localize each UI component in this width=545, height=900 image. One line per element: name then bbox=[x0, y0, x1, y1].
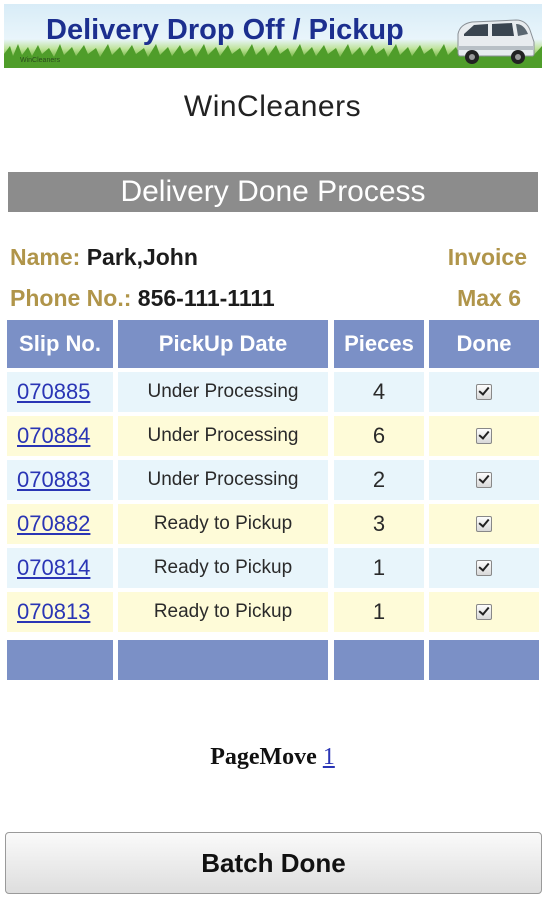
done-cell bbox=[429, 548, 539, 588]
customer-phone-row: Phone No.: 856-111-1111 bbox=[10, 285, 275, 312]
footer-cell bbox=[429, 640, 539, 680]
done-checkbox[interactable] bbox=[476, 516, 492, 532]
done-cell bbox=[429, 504, 539, 544]
phone-label: Phone No.: bbox=[10, 285, 132, 311]
pieces-count: 6 bbox=[334, 416, 424, 456]
pieces-count: 2 bbox=[334, 460, 424, 500]
header-banner: Delivery Drop Off / Pickup WinCleaners bbox=[4, 4, 542, 68]
phone-value: 856-111-1111 bbox=[137, 285, 275, 311]
slip-link[interactable]: 070813 bbox=[7, 592, 113, 632]
invoice-label: Invoice bbox=[447, 244, 527, 270]
slip-link[interactable]: 070884 bbox=[7, 416, 113, 456]
slip-link[interactable]: 070882 bbox=[7, 504, 113, 544]
header-pickup-date: PickUp Date bbox=[118, 320, 328, 368]
table-row: 070883 Under Processing 2 bbox=[7, 460, 539, 500]
table-row: 070882 Ready to Pickup 3 bbox=[7, 504, 539, 544]
batch-done-button[interactable]: Batch Done bbox=[5, 832, 542, 894]
header-done: Done bbox=[429, 320, 539, 368]
page-link[interactable]: 1 bbox=[323, 744, 335, 770]
table-row: 070885 Under Processing 4 bbox=[7, 372, 539, 412]
done-checkbox[interactable] bbox=[476, 428, 492, 444]
pagination-label: PageMove bbox=[210, 744, 317, 770]
pieces-count: 4 bbox=[334, 372, 424, 412]
footer-cell bbox=[118, 640, 328, 680]
pickup-status: Under Processing bbox=[118, 372, 328, 412]
company-logo: WinCleaners bbox=[20, 57, 61, 64]
table-footer bbox=[7, 640, 539, 680]
slip-link[interactable]: 070883 bbox=[7, 460, 113, 500]
pickup-status: Under Processing bbox=[118, 460, 328, 500]
name-label: Name: bbox=[10, 244, 81, 270]
done-checkbox[interactable] bbox=[476, 560, 492, 576]
company-name: WinCleaners bbox=[183, 90, 362, 123]
footer-cell bbox=[334, 640, 424, 680]
footer-cell bbox=[7, 640, 113, 680]
done-cell bbox=[429, 372, 539, 412]
pickup-status: Under Processing bbox=[118, 416, 328, 456]
header-pieces: Pieces bbox=[334, 320, 424, 368]
header-slip-no: Slip No. bbox=[7, 320, 113, 368]
pagination: PageMove 1 bbox=[0, 744, 545, 771]
max-label: Max 6 bbox=[457, 285, 521, 311]
slip-link[interactable]: 070814 bbox=[7, 548, 113, 588]
pieces-count: 3 bbox=[334, 504, 424, 544]
pickup-status: Ready to Pickup bbox=[118, 548, 328, 588]
pickup-status: Ready to Pickup bbox=[118, 504, 328, 544]
done-cell bbox=[429, 592, 539, 632]
table-row: 070814 Ready to Pickup 1 bbox=[7, 548, 539, 588]
pieces-count: 1 bbox=[334, 548, 424, 588]
name-value: Park,John bbox=[86, 244, 198, 270]
table-header: Slip No. PickUp Date Pieces Done bbox=[7, 320, 539, 368]
slip-link[interactable]: 070885 bbox=[7, 372, 113, 412]
pickup-status: Ready to Pickup bbox=[118, 592, 328, 632]
table-row: 070813 Ready to Pickup 1 bbox=[7, 592, 539, 632]
table-row: 070884 Under Processing 6 bbox=[7, 416, 539, 456]
customer-name-row: Name: Park,John bbox=[10, 244, 198, 271]
done-cell bbox=[429, 416, 539, 456]
done-checkbox[interactable] bbox=[476, 472, 492, 488]
done-checkbox[interactable] bbox=[476, 604, 492, 620]
done-checkbox[interactable] bbox=[476, 384, 492, 400]
done-cell bbox=[429, 460, 539, 500]
page-title: Delivery Done Process bbox=[8, 172, 538, 212]
delivery-van-icon bbox=[457, 19, 535, 64]
pieces-count: 1 bbox=[334, 592, 424, 632]
